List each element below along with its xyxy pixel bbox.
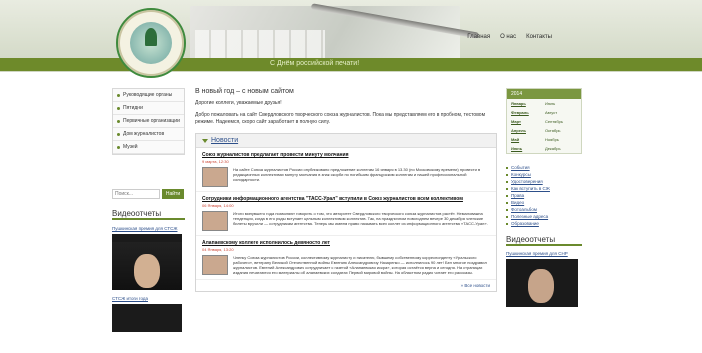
news-item-text: Итоги минувшего года позволяют говорить … (233, 211, 488, 226)
calendar-row: Февраль Август (507, 108, 581, 117)
search-input[interactable] (112, 189, 160, 199)
logo-tree-icon (145, 28, 157, 46)
news-item-title[interactable]: Союз журналистов предлагает провести мин… (202, 152, 490, 158)
sidebar-item[interactable]: Дом журналистов (113, 128, 184, 141)
calendar-row: Март Сентябрь (507, 117, 581, 126)
news-image[interactable] (202, 255, 228, 275)
search-box: Найти (112, 189, 185, 199)
news-item-date: 04 Января, 13:20 (202, 247, 234, 252)
calendar-month[interactable]: Август (545, 110, 573, 115)
left-sidebar: Руководящие органы Пятидни Первичные орг… (112, 88, 185, 332)
right-link[interactable]: Образование (506, 220, 582, 227)
search-button[interactable]: Найти (162, 189, 184, 199)
main-content: В новый год – с новым сайтом Дорогие кол… (195, 88, 497, 292)
news-item-body: Членку Союза журналистов России, коллект… (202, 255, 490, 275)
page-title: В новый год – с новым сайтом (195, 88, 294, 95)
video-person (134, 254, 160, 288)
top-nav: Главная О нас Контакты (467, 34, 552, 40)
right-video-link[interactable]: Пушкинская премия для СНР (506, 251, 582, 256)
news-item: Союз журналистов предлагает провести мин… (196, 148, 496, 192)
nav-home-link[interactable]: Главная (467, 34, 490, 40)
news-title-link[interactable]: Новости (211, 137, 238, 144)
right-link[interactable]: Права (506, 192, 582, 199)
left-video-player[interactable] (112, 234, 182, 290)
calendar-month[interactable]: Сентябрь (545, 119, 573, 124)
news-image[interactable] (202, 167, 228, 187)
right-link[interactable]: События (506, 164, 582, 171)
sidebar-item[interactable]: Руководящие органы (113, 89, 184, 102)
calendar-month[interactable]: Октябрь (545, 128, 573, 133)
nav-about-link[interactable]: О нас (500, 34, 516, 40)
right-links: События Конкурсы Удостоверения Как вступ… (506, 164, 582, 227)
video-toolbar (112, 234, 182, 242)
left-video-link[interactable]: Пушкинская премия для СТСЖ (112, 226, 185, 231)
right-link[interactable]: Как вступить в СЖ (506, 185, 582, 192)
news-image[interactable] (202, 211, 228, 231)
sidebar-menu: Руководящие органы Пятидни Первичные орг… (112, 88, 185, 155)
news-item-date: 9 марта, 12:30 (202, 159, 229, 164)
calendar-month[interactable]: Январь (511, 101, 539, 106)
calendar-month[interactable]: Май (511, 137, 539, 142)
news-header: Новости (196, 134, 496, 148)
header-tagline: С Днём российской печати! (270, 60, 360, 67)
keyboard-image (195, 30, 325, 60)
sidebar-item[interactable]: Первичные организации (113, 115, 184, 128)
news-item-date: 06 Января, 14:00 (202, 203, 234, 208)
video-person (528, 269, 554, 303)
news-item: Алапаевскому коллеге исполнилось девянос… (196, 236, 496, 280)
right-link[interactable]: Конкурсы (506, 171, 582, 178)
calendar-row: Январь Июль (507, 99, 581, 108)
news-item-body: На сайте Союза журналистов России опубли… (202, 167, 490, 187)
news-block: Новости Союз журналистов предлагает пров… (195, 133, 497, 292)
calendar-month[interactable]: Февраль (511, 110, 539, 115)
intro-text: Добро пожаловать на сайт Свердловского т… (195, 112, 486, 125)
right-video-title: Видеоотчеты (506, 235, 582, 246)
right-sidebar: 2014 Январь Июль Февраль Август Март Сентяб… (506, 88, 582, 307)
right-link[interactable]: Фотоальбом (506, 206, 582, 213)
left-video-title: Видеоотчеты (112, 209, 185, 220)
news-item-text: На сайте Союза журналистов России опубли… (233, 167, 481, 182)
news-item-title[interactable]: Алапаевскому коллеге исполнилось девянос… (202, 240, 490, 246)
archive-calendar: 2014 Январь Июль Февраль Август Март Сентяб… (506, 88, 582, 154)
left-video-player-2[interactable] (112, 304, 182, 332)
right-link[interactable]: Удостоверения (506, 178, 582, 185)
page: Главная О нас Контакты С Днём российской… (0, 0, 702, 353)
right-link[interactable]: Видео (506, 199, 582, 206)
news-item-body: Итоги минувшего года позволяют говорить … (202, 211, 490, 231)
news-triangle-icon (202, 138, 208, 143)
calendar-title: 2014 (507, 89, 581, 99)
news-item-title[interactable]: Сотрудники информационного агентства "ТА… (202, 196, 490, 202)
news-item: Сотрудники информационного агентства "ТА… (196, 192, 496, 236)
nav-contacts-link[interactable]: Контакты (526, 34, 552, 40)
calendar-month[interactable]: Март (511, 119, 539, 124)
site-logo[interactable] (116, 8, 186, 78)
calendar-row: Июнь Декабрь (507, 144, 581, 153)
calendar-row: Май Ноябрь (507, 135, 581, 144)
greeting-text: Дорогие коллеги, уважаемые друзья! (195, 100, 282, 106)
calendar-month[interactable]: Июль (545, 101, 573, 106)
all-news-link[interactable]: » Все новости (196, 280, 496, 291)
right-video-player[interactable] (506, 259, 578, 307)
sidebar-item[interactable]: Пятидни (113, 102, 184, 115)
header: Главная О нас Контакты С Днём российской… (0, 0, 702, 78)
right-link[interactable]: Полезные адреса (506, 213, 582, 220)
calendar-month[interactable]: Декабрь (545, 146, 573, 151)
calendar-month[interactable]: Ноябрь (545, 137, 573, 142)
sidebar-item[interactable]: Музей (113, 141, 184, 154)
news-item-text: Членку Союза журналистов России, коллект… (233, 255, 487, 275)
calendar-row: Апрель Октябрь (507, 126, 581, 135)
calendar-month[interactable]: Апрель (511, 128, 539, 133)
calendar-month[interactable]: Июнь (511, 146, 539, 151)
left-video-link-2[interactable]: СТСЖ итоги года (112, 296, 185, 301)
